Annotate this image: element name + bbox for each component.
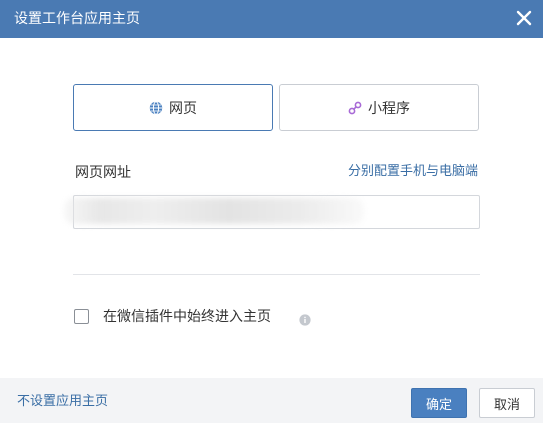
- info-icon[interactable]: [299, 311, 311, 330]
- divider: [73, 274, 480, 275]
- tab-web[interactable]: 网页: [73, 84, 273, 131]
- globe-icon: [149, 100, 163, 115]
- tab-miniprogram-label: 小程序: [368, 100, 410, 117]
- always-home-checkbox[interactable]: [74, 309, 89, 324]
- link-icon: [348, 101, 362, 115]
- dialog-title: 设置工作台应用主页: [14, 11, 140, 27]
- tab-web-label: 网页: [169, 100, 197, 117]
- always-home-label: 在微信插件中始终进入主页: [103, 309, 271, 325]
- confirm-button[interactable]: 确定: [411, 388, 467, 418]
- redacted-url-blur: [64, 198, 364, 224]
- split-config-link[interactable]: 分别配置手机与电脑端: [348, 164, 478, 180]
- close-icon[interactable]: [511, 5, 537, 31]
- tab-miniprogram[interactable]: 小程序: [279, 84, 479, 131]
- no-home-link[interactable]: 不设置应用主页: [17, 394, 108, 410]
- url-label: 网页网址: [75, 165, 131, 181]
- dialog-titlebar: 设置工作台应用主页: [0, 0, 543, 38]
- cancel-button[interactable]: 取消: [479, 388, 535, 418]
